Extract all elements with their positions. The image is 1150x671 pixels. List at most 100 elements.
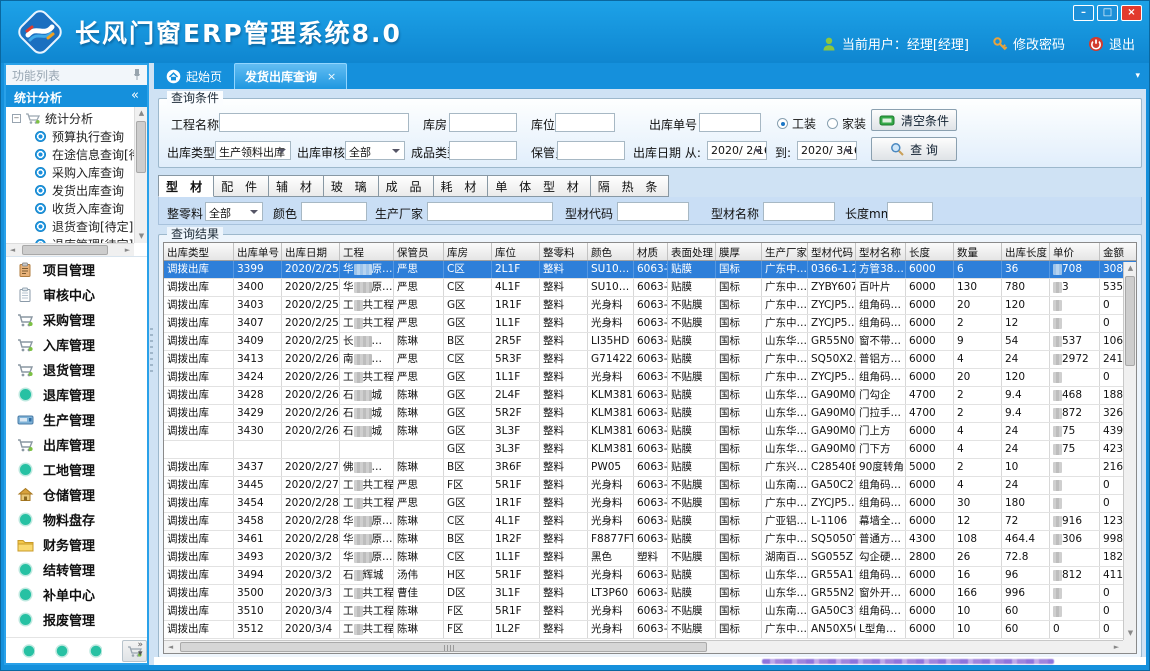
whole-part-select[interactable]: 全部 (205, 202, 263, 221)
cart-button[interactable] (122, 640, 147, 662)
column-header[interactable]: 颜色 (588, 243, 634, 260)
column-header[interactable]: 型材名称 (856, 243, 906, 260)
scroll-up-icon[interactable]: ▲ (1124, 262, 1137, 275)
table-row[interactable]: 调拨出库34372020/2/27佛…陈琳B区3R6F整料PW056063-T5… (164, 459, 1137, 477)
maximize-button[interactable]: □ (1097, 5, 1118, 21)
keeper-input[interactable] (557, 141, 625, 160)
table-row[interactable]: 调拨出库34542020/2/28工共工程严思G区1R1F整料光身料6063-T… (164, 495, 1137, 513)
clear-conditions-button[interactable]: 清空条件 (871, 109, 957, 131)
table-row[interactable]: 调拨出库34242020/2/26工共工程严思G区1L1F整料光身料6063-T… (164, 369, 1137, 387)
tabbar-overflow-icon[interactable]: ▾ (1135, 71, 1140, 81)
table-row[interactable]: 调拨出库34302020/2/26石城陈琳G区3L3F整料KLM38176063… (164, 423, 1137, 441)
sidebar-item-8[interactable]: 工地管理 (6, 457, 147, 482)
sidebar-item-5[interactable]: 退库管理 (6, 382, 147, 407)
table-row[interactable]: 调拨出库34582020/2/28华原…陈琳C区4L1F整料光身料6063-T5… (164, 513, 1137, 531)
table-row[interactable]: 调拨出库34032020/2/25工共工程严思G区1R1F整料光身料6063-T… (164, 297, 1137, 315)
sidebar-item-11[interactable]: 财务管理 (6, 532, 147, 557)
search-button[interactable]: 查 询 (871, 137, 957, 161)
sidebar-item-6[interactable]: 生产管理 (6, 407, 147, 432)
tab-home[interactable]: 起始页 (154, 64, 234, 89)
tree-item[interactable]: 退库管理[待定] (6, 235, 134, 243)
tree-root[interactable]: − 统计分析 (6, 109, 134, 127)
material-tab-6[interactable]: 单 体 型 材 (488, 175, 590, 197)
minimize-button[interactable]: – (1073, 5, 1094, 21)
sidebar-item-10[interactable]: 物料盘存 (6, 507, 147, 532)
material-tab-5[interactable]: 耗 材 (434, 175, 489, 197)
logout-button[interactable]: 退出 (1088, 34, 1135, 53)
table-vertical-scrollbar[interactable]: ▲ ▼ (1123, 262, 1136, 640)
sidebar-item-1[interactable]: 审核中心 (6, 282, 147, 307)
tree-item[interactable]: 发货出库查询 (6, 181, 134, 199)
material-tab-3[interactable]: 玻 璃 (324, 175, 379, 197)
scroll-left-icon[interactable]: ◄ (6, 244, 19, 257)
column-header[interactable]: 出库类型 (164, 243, 234, 260)
material-tab-2[interactable]: 辅 材 (269, 175, 324, 197)
column-header[interactable]: 出库长度 (1002, 243, 1050, 260)
tab-close-icon[interactable]: × (327, 70, 336, 83)
sidebar-item-3[interactable]: 入库管理 (6, 332, 147, 357)
scroll-left-icon[interactable]: ◄ (164, 641, 177, 654)
table-row[interactable]: G区3L3F整料KLM38176063-T5贴膜国标山东华…GA90M09…门下… (164, 441, 1137, 459)
sidebar-item-7[interactable]: 出库管理 (6, 432, 147, 457)
column-header[interactable]: 库房 (444, 243, 492, 260)
column-header[interactable]: 工程 (340, 243, 394, 260)
column-header[interactable]: 材质 (634, 243, 668, 260)
column-header[interactable]: 整零料 (540, 243, 588, 260)
tree-item[interactable]: 预算执行查询 (6, 127, 134, 145)
warehouse-input[interactable] (449, 113, 517, 132)
collapse-icon[interactable]: « (131, 88, 139, 103)
overflow-button[interactable]: »▾ (137, 641, 143, 659)
radio-work-clothes[interactable]: 工装 (777, 115, 816, 132)
column-header[interactable]: 库位 (492, 243, 540, 260)
scroll-down-icon[interactable]: ▼ (135, 230, 147, 243)
tree-item[interactable]: 收货入库查询 (6, 199, 134, 217)
color-input[interactable] (301, 202, 367, 221)
tree-vertical-scrollbar[interactable]: ▲ ▼ (134, 107, 147, 243)
scroll-up-icon[interactable]: ▲ (135, 107, 147, 120)
column-header[interactable]: 膜厚 (716, 243, 762, 260)
pin-icon[interactable] (132, 68, 142, 81)
profile-code-input[interactable] (617, 202, 689, 221)
table-row[interactable]: 调拨出库34292020/2/26石城陈琳G区5R2F整料KLM38176063… (164, 405, 1137, 423)
sidebar-item-13[interactable]: 补单中心 (6, 582, 147, 607)
tree-item[interactable]: 在途信息查询[待 (6, 145, 134, 163)
sidebar-item-14[interactable]: 报废管理 (6, 607, 147, 632)
tree-horizontal-scrollbar[interactable]: ◄ ► (6, 243, 134, 256)
sidebar-item-2[interactable]: 采购管理 (6, 307, 147, 332)
order-no-input[interactable] (699, 113, 761, 132)
close-button[interactable]: × (1121, 5, 1142, 21)
column-header[interactable]: 表面处理 (668, 243, 716, 260)
tree-item[interactable]: 采购入库查询 (6, 163, 134, 181)
table-row[interactable]: 调拨出库34452020/2/27工共工程严思F区5R1F整料光身料6063-T… (164, 477, 1137, 495)
sidebar-item-9[interactable]: 仓储管理 (6, 482, 147, 507)
sidebar-item-12[interactable]: 结转管理 (6, 557, 147, 582)
manufacturer-input[interactable] (427, 202, 553, 221)
table-row[interactable]: 调拨出库34932020/3/2华原…陈琳C区1L1F整料黑色塑料不贴膜国标湖南… (164, 549, 1137, 567)
table-row[interactable]: 调拨出库33992020/2/25华原…严思C区2L1F整料SU10…6063-… (164, 261, 1137, 279)
scroll-down-icon[interactable]: ▼ (1124, 627, 1137, 640)
column-header[interactable]: 数量 (954, 243, 1002, 260)
table-row[interactable]: 调拨出库35002020/3/3工共工程曹佳D区3L1F整料LT3P606063… (164, 585, 1137, 603)
column-header[interactable]: 生产厂家 (762, 243, 808, 260)
location-input[interactable] (555, 113, 615, 132)
date-to-select[interactable]: 2020/ 3/16 (797, 141, 857, 160)
material-tab-0[interactable]: 型 材 (158, 175, 214, 197)
out-type-select[interactable]: 生产领料出库 (215, 141, 291, 160)
project-input[interactable] (219, 113, 409, 132)
sidebar-section-header[interactable]: 统计分析 « (6, 85, 147, 107)
date-from-select[interactable]: 2020/ 2/16 (707, 141, 767, 160)
change-password-button[interactable]: 修改密码 (992, 34, 1065, 53)
table-row[interactable]: 调拨出库34092020/2/25长…陈琳B区2R5F整料LI35HD6063-… (164, 333, 1137, 351)
column-header[interactable]: 单价 (1050, 243, 1100, 260)
table-row[interactable]: 调拨出库35122020/3/4工共工程陈琳F区1L2F整料光身料6063-T5… (164, 621, 1137, 639)
table-row[interactable]: 调拨出库34942020/3/2石辉城汤伟H区5R1F整料光身料6063-T5贴… (164, 567, 1137, 585)
dot-icon[interactable] (55, 644, 68, 658)
table-horizontal-scrollbar[interactable]: ◄ ► (164, 640, 1123, 653)
table-row[interactable]: 调拨出库35102020/3/4工共工程陈琳F区5R1F整料光身料6063-T5… (164, 603, 1137, 621)
table-row[interactable]: 调拨出库34282020/2/26石城陈琳G区2L4F整料KLM38176063… (164, 387, 1137, 405)
material-tab-1[interactable]: 配 件 (214, 175, 269, 197)
table-row[interactable]: 调拨出库34612020/2/28华原…陈琳B区1R2F整料F8877FT606… (164, 531, 1137, 549)
material-tab-7[interactable]: 隔 热 条 (591, 175, 670, 197)
tab-active[interactable]: 发货出库查询 × (234, 63, 347, 89)
sidebar-item-4[interactable]: 退货管理 (6, 357, 147, 382)
